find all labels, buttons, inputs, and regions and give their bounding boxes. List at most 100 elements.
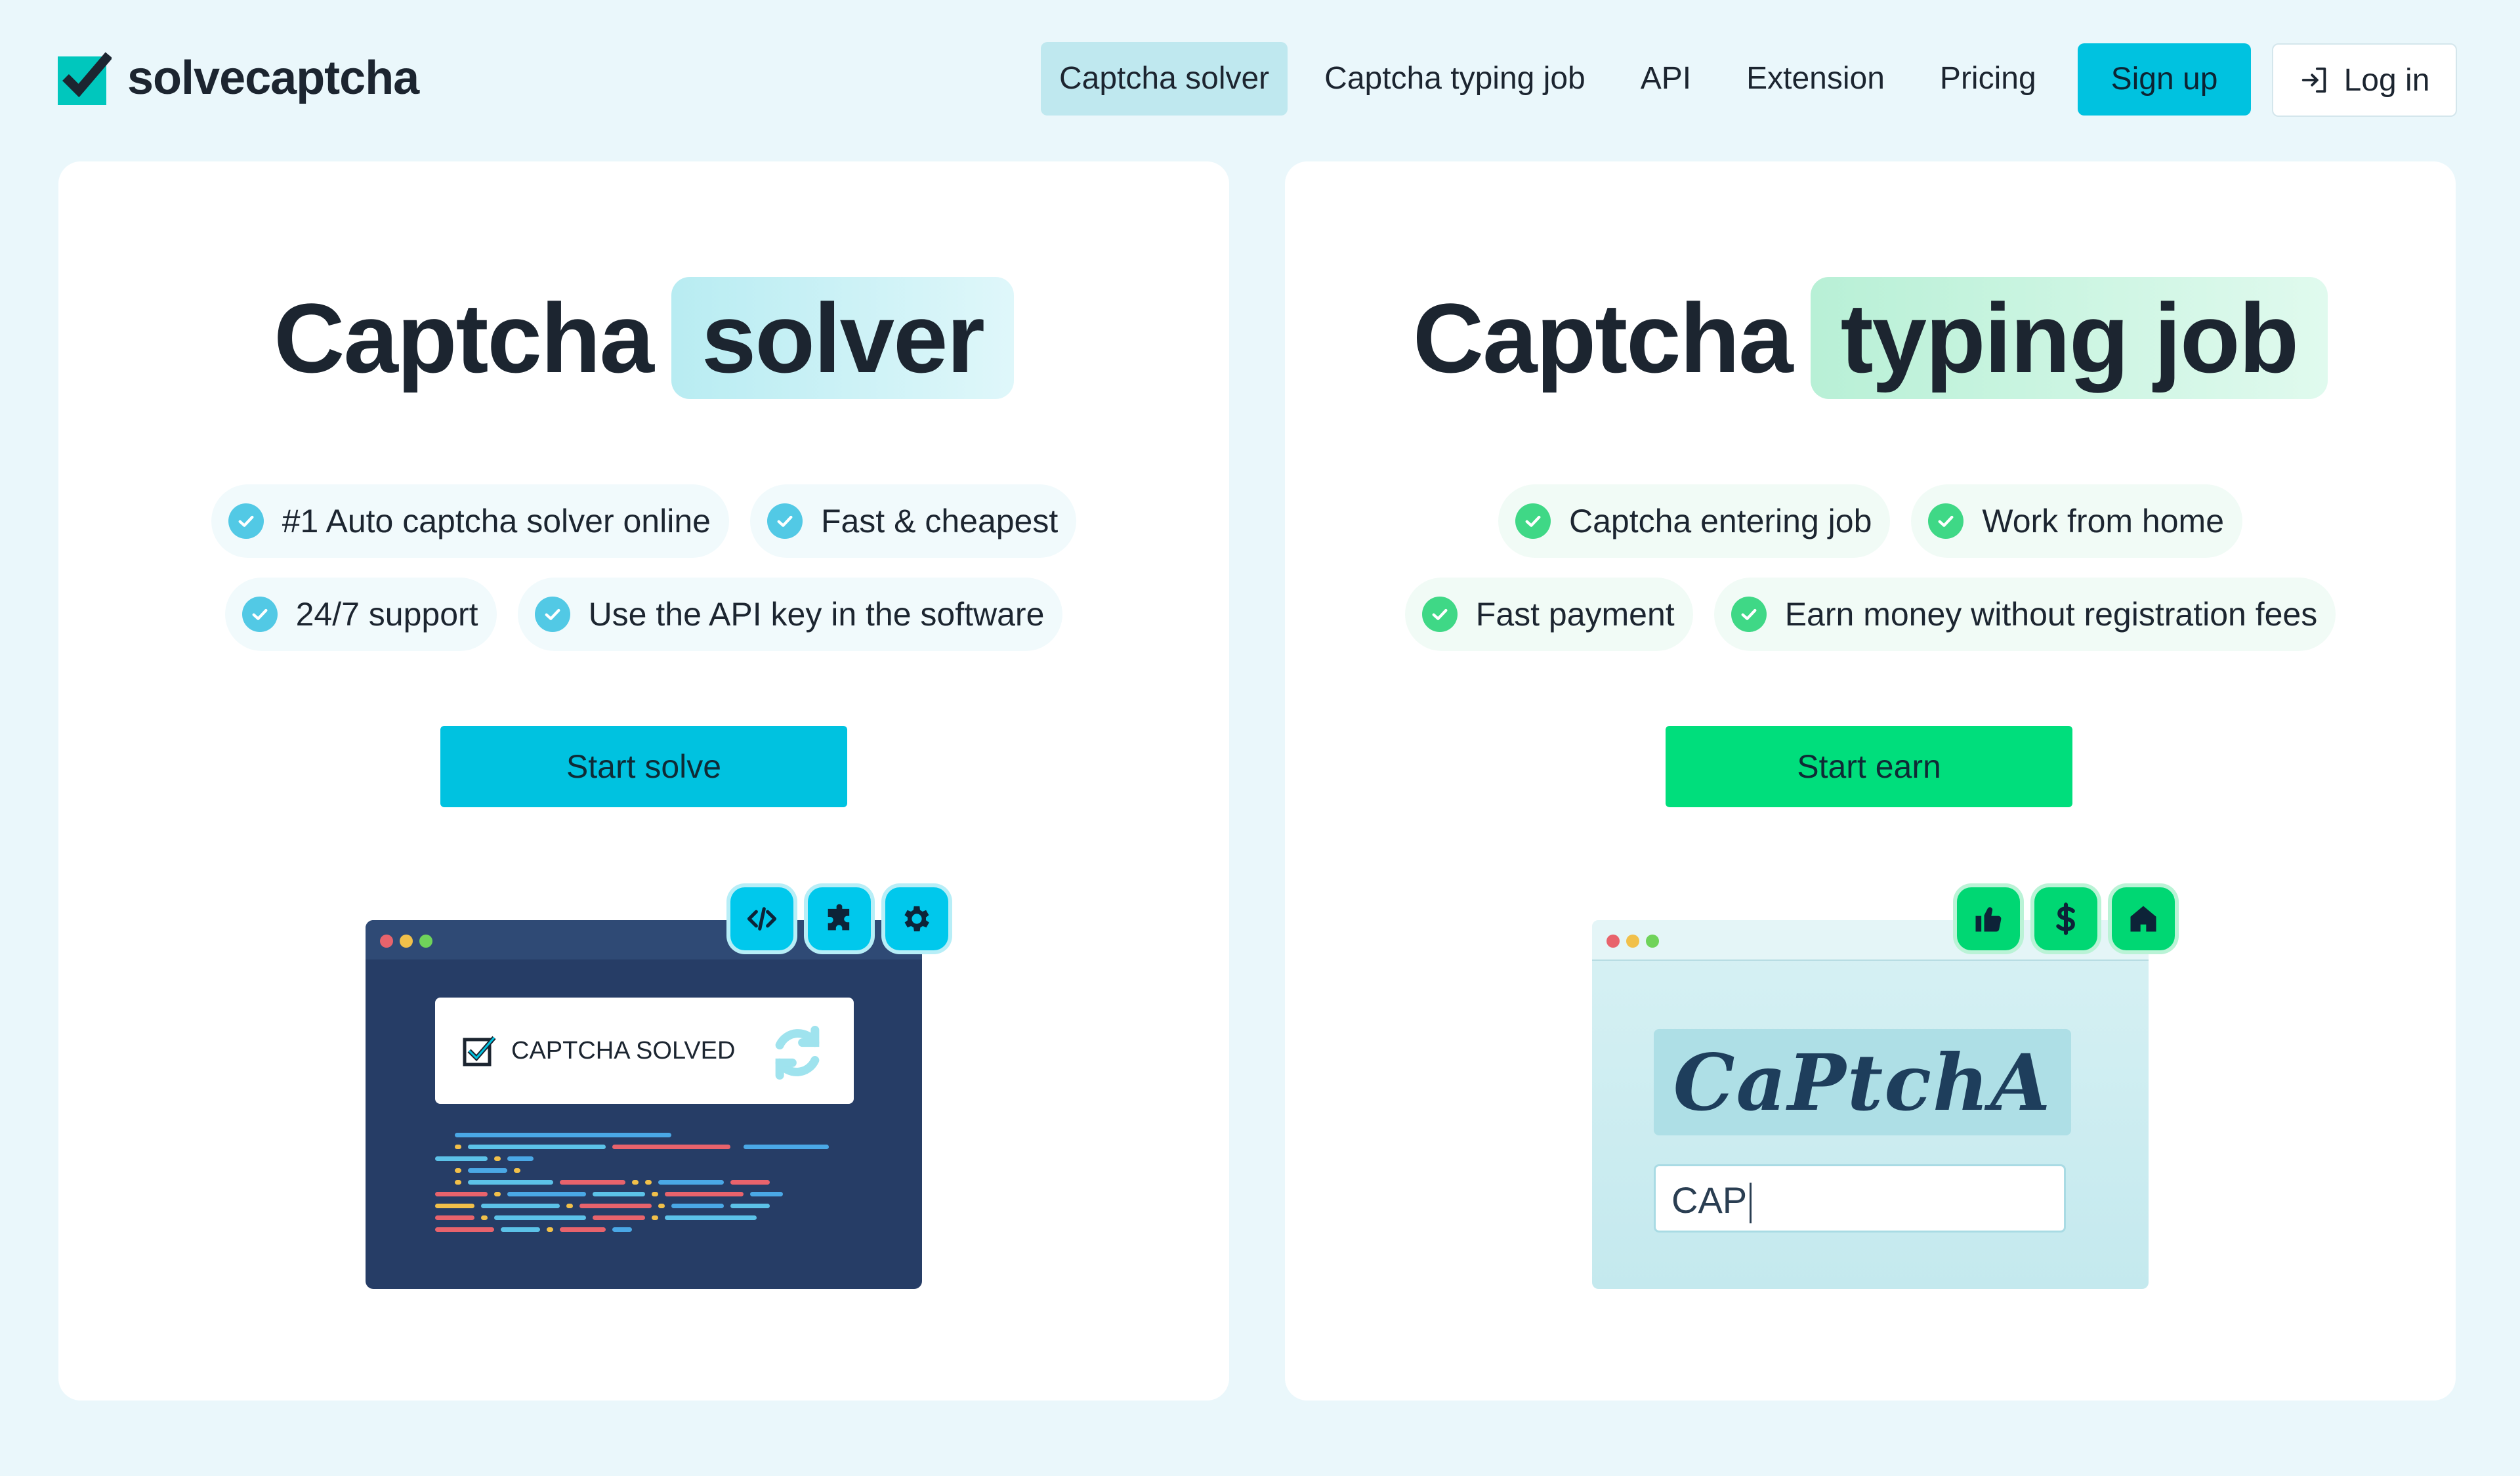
code-line xyxy=(560,1227,606,1232)
thumbs-up-icon xyxy=(1975,907,2002,932)
start-earn-button[interactable]: Start earn xyxy=(1666,726,2072,807)
home-icon-button xyxy=(2112,887,2175,950)
code-line xyxy=(658,1204,665,1208)
login-button[interactable]: Log in xyxy=(2272,43,2457,117)
feature-label: 24/7 support xyxy=(295,596,478,633)
captcha-solved-text: CAPTCHA SOLVED xyxy=(511,1036,736,1065)
nav-captcha-solver[interactable]: Captcha solver xyxy=(1041,42,1288,116)
code-line xyxy=(671,1204,724,1208)
code-line xyxy=(730,1180,770,1185)
login-label: Log in xyxy=(2343,62,2430,98)
login-icon xyxy=(2301,67,2326,93)
gear-icon xyxy=(904,906,929,932)
code-line xyxy=(435,1192,488,1196)
job-feature-chip: Work from home xyxy=(1911,484,2243,558)
solver-title-highlight: solver xyxy=(671,277,1014,399)
code-line xyxy=(455,1133,671,1137)
refresh-icon xyxy=(775,1025,820,1080)
job-feature-row-2: Fast payment Earn money without registra… xyxy=(1285,578,2456,651)
code-line xyxy=(507,1192,586,1196)
dollar-icon-button xyxy=(2034,887,2097,950)
job-illustration-window: CaPtchA CAP xyxy=(1592,920,2149,1289)
check-icon xyxy=(242,597,278,632)
logo[interactable]: solvecaptcha xyxy=(58,51,419,105)
job-feature-chip: Captcha entering job xyxy=(1498,484,1891,558)
captcha-typing-job-card: Captcha typing job Captcha entering job W… xyxy=(1285,161,2456,1401)
job-feature-chip: Earn money without registration fees xyxy=(1713,578,2336,651)
code-line xyxy=(632,1180,639,1185)
job-title-highlight: typing job xyxy=(1810,277,2328,399)
code-icon-button xyxy=(730,887,793,950)
captcha-solver-card: Captcha solver #1 Auto captcha solver onl… xyxy=(58,161,1229,1401)
feature-label: Fast payment xyxy=(1475,596,1675,633)
nav-extension[interactable]: Extension xyxy=(1728,42,1903,116)
check-icon xyxy=(766,503,803,539)
job-feature-row-1: Captcha entering job Work from home xyxy=(1285,484,2456,558)
logo-check-icon xyxy=(58,52,112,105)
code-line xyxy=(468,1180,553,1185)
thumbs-up-icon-button xyxy=(1957,887,2020,950)
site-header: solvecaptcha Captcha solver Captcha typi… xyxy=(0,0,2520,161)
gear-icon-button xyxy=(885,887,948,950)
job-title-main: Captcha xyxy=(1412,283,1794,393)
code-line xyxy=(658,1180,724,1185)
job-title: Captcha typing job xyxy=(1285,277,2456,399)
check-icon xyxy=(228,503,264,539)
code-line xyxy=(455,1145,461,1149)
code-line xyxy=(481,1215,488,1220)
nav-pricing[interactable]: Pricing xyxy=(1922,42,2055,116)
checkbox-checked-icon xyxy=(463,1036,496,1066)
feature-label: Earn money without registration fees xyxy=(1784,596,2318,633)
code-line xyxy=(750,1192,783,1196)
code-line xyxy=(593,1192,645,1196)
puzzle-icon xyxy=(828,904,850,931)
code-line xyxy=(455,1180,461,1185)
check-icon xyxy=(1731,597,1767,632)
code-line xyxy=(645,1180,652,1185)
captcha-input-value: CAP xyxy=(1671,1179,1748,1221)
code-line xyxy=(435,1215,474,1220)
code-line xyxy=(435,1204,474,1208)
dollar-icon xyxy=(2056,902,2075,935)
code-line xyxy=(612,1227,632,1232)
nav-api[interactable]: API xyxy=(1622,42,1710,116)
nav-captcha-typing-job[interactable]: Captcha typing job xyxy=(1306,42,1604,116)
brand-name: solvecaptcha xyxy=(127,52,419,104)
solver-feature-row-2: 24/7 support Use the API key in the soft… xyxy=(58,578,1229,651)
home-icon xyxy=(2130,906,2156,932)
feature-label: Use the API key in the software xyxy=(588,596,1045,633)
start-solve-button[interactable]: Start solve xyxy=(440,726,847,807)
code-line xyxy=(652,1215,658,1220)
code-line xyxy=(665,1215,757,1220)
solver-feature-row-1: #1 Auto captcha solver online Fast & che… xyxy=(58,484,1229,558)
code-line xyxy=(455,1168,461,1173)
code-line xyxy=(547,1227,553,1232)
text-caret xyxy=(1750,1183,1752,1224)
code-line xyxy=(468,1145,606,1149)
captcha-solved-box: CAPTCHA SOLVED xyxy=(435,998,854,1104)
code-line xyxy=(652,1192,658,1196)
code-line xyxy=(468,1168,507,1173)
code-line xyxy=(494,1215,586,1220)
solver-feature-chip: Fast & cheapest xyxy=(749,484,1077,558)
solver-feature-chip: #1 Auto captcha solver online xyxy=(211,484,729,558)
code-line xyxy=(612,1145,730,1149)
check-icon xyxy=(1928,503,1964,539)
code-line xyxy=(665,1192,744,1196)
feature-label: Captcha entering job xyxy=(1568,503,1872,539)
puzzle-icon-button xyxy=(808,887,871,950)
job-feature-chip: Fast payment xyxy=(1404,578,1693,651)
code-line xyxy=(593,1215,645,1220)
solver-illustration-window: CAPTCHA SOLVED xyxy=(366,920,922,1289)
code-line xyxy=(494,1192,501,1196)
code-line xyxy=(501,1227,540,1232)
code-line xyxy=(507,1156,534,1161)
solver-title-main: Captcha xyxy=(274,283,654,393)
code-line xyxy=(514,1168,520,1173)
solver-title: Captcha solver xyxy=(58,277,1229,399)
main-nav: Captcha solver Captcha typing job API Ex… xyxy=(1041,42,2073,116)
check-icon xyxy=(1515,503,1551,539)
signup-button[interactable]: Sign up xyxy=(2078,43,2251,116)
code-line xyxy=(435,1156,488,1161)
check-icon xyxy=(1421,597,1458,632)
